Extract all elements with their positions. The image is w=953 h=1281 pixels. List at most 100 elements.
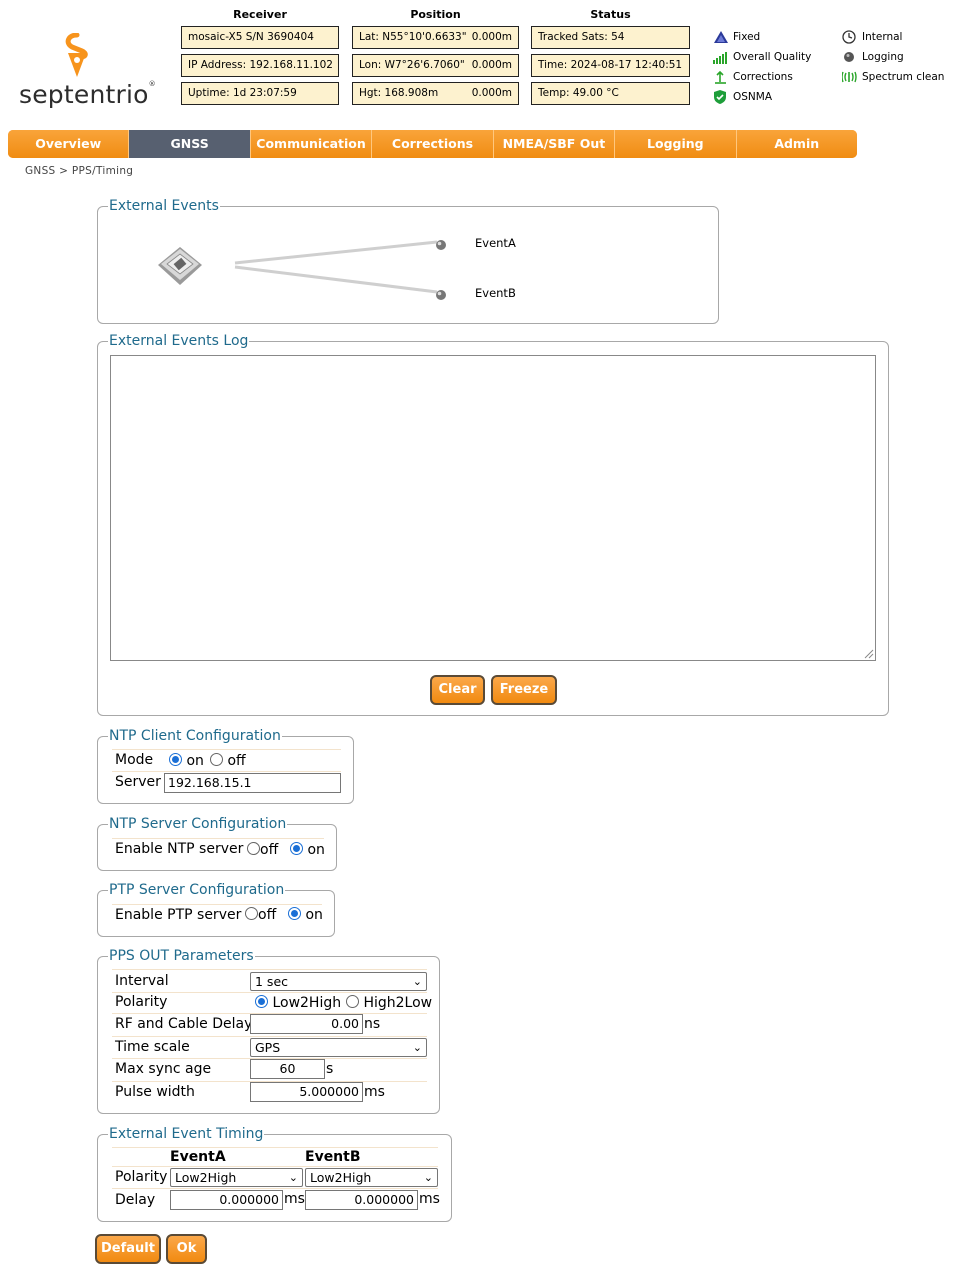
- tab-overview[interactable]: Overview: [8, 130, 130, 158]
- events-log-legend: External Events Log: [109, 333, 249, 349]
- radio-on-selected[interactable]: [288, 907, 301, 920]
- tab-gnss[interactable]: GNSS: [129, 130, 251, 158]
- timescale-select[interactable]: GPS ⌄: [250, 1038, 427, 1057]
- polarity-low2high[interactable]: Low2High: [255, 995, 341, 1011]
- tab-admin[interactable]: Admin: [736, 130, 857, 158]
- tab-nmea-sbf-out[interactable]: NMEA/SBF Out: [493, 130, 616, 158]
- event-b-label: EventB: [475, 286, 516, 300]
- row-divider: [112, 838, 324, 839]
- radio-low2high-selected[interactable]: [255, 995, 268, 1008]
- position-hgt: Hgt: 168.908m 0.000m: [352, 82, 519, 105]
- event-b-polarity-select[interactable]: Low2High ⌄: [305, 1168, 438, 1187]
- ptp-server-legend: PTP Server Configuration: [109, 882, 285, 898]
- row-divider: [112, 969, 427, 970]
- radio-off[interactable]: [210, 753, 223, 766]
- receiver-chip-icon: [155, 245, 205, 293]
- pulse-width-input[interactable]: 5.000000: [250, 1082, 363, 1102]
- receiver-column-title: Receiver: [233, 8, 287, 21]
- ntp-server-off[interactable]: off: [247, 842, 278, 858]
- rf-delay-input[interactable]: 0.00: [250, 1014, 363, 1034]
- brand-logo-text: septentrio®: [19, 80, 156, 109]
- receiver-uptime: Uptime: 1d 23:07:59: [181, 82, 339, 105]
- radio-off[interactable]: [247, 842, 260, 855]
- status-time: Time: 2024-08-17 12:40:51: [531, 54, 690, 77]
- status-temp: Temp: 49.00 °C: [531, 82, 690, 105]
- chevron-down-icon: ⌄: [412, 975, 422, 988]
- chevron-down-icon: ⌄: [288, 1171, 298, 1184]
- ntp-client-legend: NTP Client Configuration: [109, 728, 281, 744]
- breadcrumb: GNSS > PPS/Timing: [25, 165, 134, 177]
- default-button[interactable]: Default: [95, 1234, 161, 1264]
- interval-label: Interval: [115, 973, 169, 989]
- status-sats: Tracked Sats: 54: [531, 26, 690, 49]
- freeze-button[interactable]: Freeze: [491, 675, 557, 705]
- indicator-osnma[interactable]: OSNMA: [713, 89, 772, 105]
- event-timing-legend: External Event Timing: [109, 1126, 264, 1142]
- event-b-delay-input[interactable]: 0.000000: [305, 1190, 418, 1210]
- ptp-server-off[interactable]: off: [245, 907, 276, 923]
- receiver-ip: IP Address: 192.168.11.102: [181, 54, 339, 77]
- sync-age-input[interactable]: 60: [250, 1059, 325, 1079]
- event-delay-label: Delay: [115, 1192, 156, 1208]
- row-divider: [112, 1147, 438, 1148]
- radio-on-selected[interactable]: [290, 842, 303, 855]
- logging-icon: [842, 50, 858, 64]
- position-lat: Lat: N55°10'0.6633" 0.000m: [352, 26, 519, 49]
- tab-logging[interactable]: Logging: [615, 130, 737, 158]
- sync-age-label: Max sync age: [115, 1061, 212, 1077]
- indicator-fixed[interactable]: Fixed: [713, 29, 760, 45]
- polarity-label: Polarity: [115, 994, 168, 1010]
- event-a-polarity-select[interactable]: Low2High ⌄: [170, 1168, 303, 1187]
- ntp-server-label: Enable NTP server: [115, 841, 244, 857]
- ptp-server-label: Enable PTP server: [115, 907, 242, 923]
- event-polarity-label: Polarity: [115, 1169, 168, 1185]
- indicator-internal[interactable]: Internal: [842, 29, 902, 45]
- ntp-client-server-label: Server: [115, 774, 161, 790]
- polarity-high2low[interactable]: High2Low: [346, 995, 432, 1011]
- event-b-column-header: EventB: [305, 1149, 361, 1165]
- radio-high2low[interactable]: [346, 995, 359, 1008]
- ntp-client-mode-label: Mode: [115, 752, 154, 768]
- ok-button[interactable]: Ok: [166, 1234, 207, 1264]
- ntp-server-legend: NTP Server Configuration: [109, 816, 287, 832]
- sync-age-unit: s: [326, 1061, 334, 1077]
- indicator-corrections[interactable]: Corrections: [713, 69, 793, 85]
- event-b-led-icon: [435, 286, 447, 305]
- clear-button[interactable]: Clear: [430, 675, 485, 705]
- interval-select[interactable]: 1 sec ⌄: [250, 972, 427, 991]
- ntp-client-mode-off[interactable]: off: [210, 753, 246, 769]
- position-column-title: Position: [410, 8, 461, 21]
- row-divider: [112, 1036, 427, 1037]
- rf-delay-label: RF and Cable Delay: [115, 1016, 253, 1032]
- corrections-icon: [713, 70, 729, 84]
- resize-handle-icon[interactable]: [864, 649, 874, 659]
- status-column-title: Status: [590, 8, 631, 21]
- timescale-label: Time scale: [115, 1039, 190, 1055]
- ntp-server-address-input[interactable]: 192.168.15.1: [164, 773, 341, 793]
- radio-on-selected[interactable]: [169, 753, 182, 766]
- septentrio-logo-icon: [62, 32, 92, 79]
- radio-off[interactable]: [245, 907, 258, 920]
- position-lon: Lon: W7°26'6.7060" 0.000m: [352, 54, 519, 77]
- row-divider: [112, 904, 322, 905]
- external-events-legend: External Events: [109, 198, 219, 214]
- pps-out-legend: PPS OUT Parameters: [109, 948, 254, 964]
- event-a-delay-unit: ms: [284, 1191, 305, 1207]
- chevron-down-icon: ⌄: [423, 1171, 433, 1184]
- ntp-server-on[interactable]: on: [290, 842, 325, 858]
- pulse-width-unit: ms: [364, 1084, 385, 1100]
- event-a-column-header: EventA: [170, 1149, 226, 1165]
- ptp-server-on[interactable]: on: [288, 907, 323, 923]
- tab-corrections[interactable]: Corrections: [372, 130, 494, 158]
- tab-communication[interactable]: Communication: [250, 130, 373, 158]
- signal-quality-icon: [713, 50, 729, 64]
- fixed-icon: [713, 30, 729, 44]
- indicator-spectrum[interactable]: Spectrum clean: [841, 69, 944, 85]
- events-log-textarea[interactable]: [110, 355, 876, 661]
- ntp-client-mode-on[interactable]: on: [169, 753, 204, 769]
- event-connector-lines: [232, 236, 442, 304]
- event-a-delay-input[interactable]: 0.000000: [170, 1190, 283, 1210]
- pulse-width-label: Pulse width: [115, 1084, 195, 1100]
- indicator-overall-quality[interactable]: Overall Quality: [713, 49, 811, 65]
- indicator-logging[interactable]: Logging: [842, 49, 904, 65]
